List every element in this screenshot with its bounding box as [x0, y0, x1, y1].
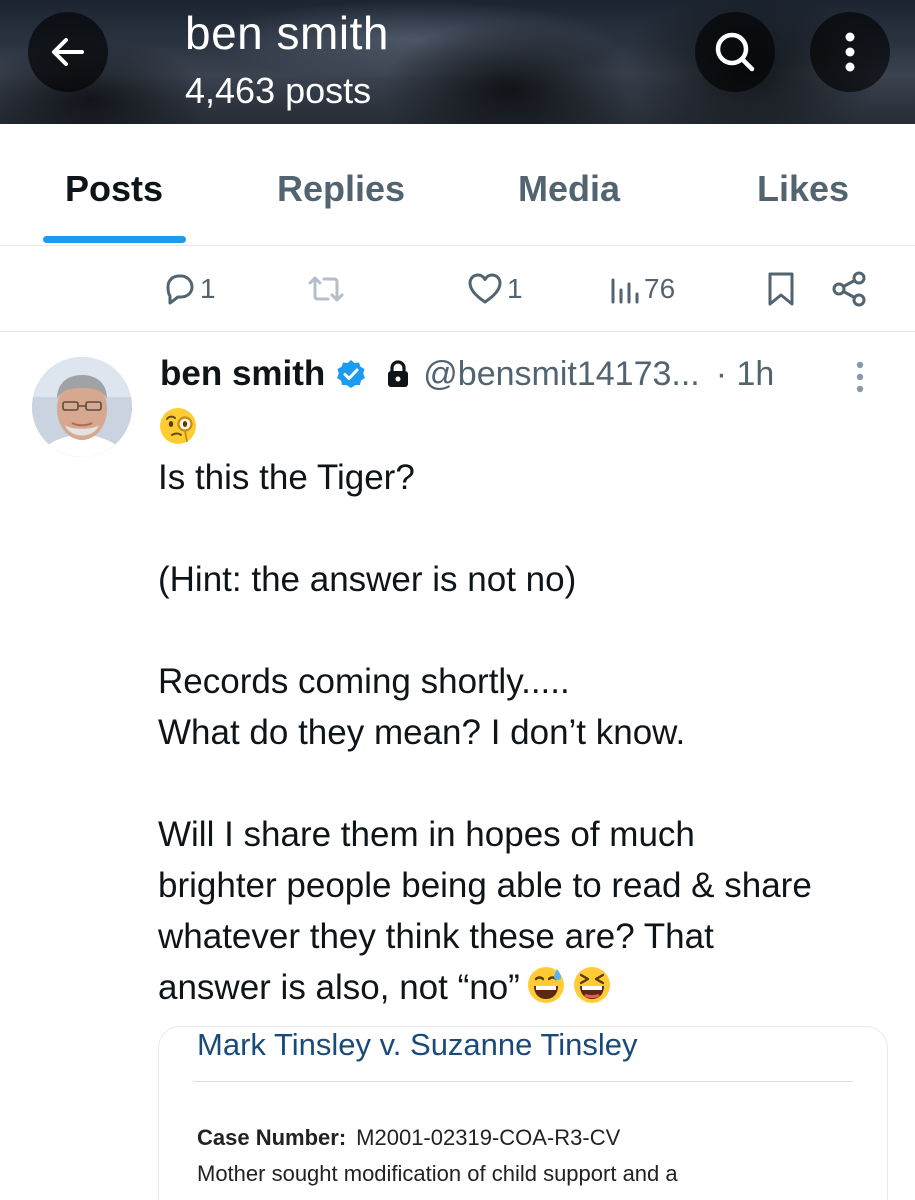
- post-text: Is this the Tiger? (Hint: the answer is …: [158, 452, 898, 1013]
- author-avatar[interactable]: [32, 357, 132, 457]
- like-count: 1: [507, 273, 523, 304]
- post-last-line: answer is also, not “no”: [158, 962, 898, 1013]
- card-divider: [193, 1081, 853, 1082]
- bookmark-icon: [768, 272, 794, 306]
- reply-icon: [166, 274, 194, 305]
- case-number-label: Case Number:: [197, 1125, 347, 1150]
- post-line: [158, 758, 898, 809]
- case-number-value: M2001-02319-COA-R3-CV: [356, 1125, 621, 1150]
- lock-icon: [385, 359, 411, 389]
- post-line: Records coming shortly.....: [158, 662, 570, 701]
- tab-posts[interactable]: Posts: [65, 168, 163, 210]
- tab-replies[interactable]: Replies: [277, 168, 405, 210]
- tab-media[interactable]: Media: [518, 168, 620, 210]
- arrow-left-icon: [52, 38, 84, 66]
- heart-icon: [468, 273, 502, 304]
- face-with-monocle-emoji: [158, 406, 198, 451]
- views-icon: [611, 278, 639, 304]
- profile-tabs: Posts Replies Media Likes: [0, 124, 915, 246]
- search-icon: [715, 32, 755, 72]
- views-count: 76: [644, 273, 676, 304]
- post-more-button[interactable]: [852, 358, 868, 403]
- card-title: Mark Tinsley v. Suzanne Tinsley: [197, 1027, 638, 1062]
- avatar-photo: [32, 357, 132, 457]
- post-line: Will I share them in hopes of much: [158, 815, 695, 854]
- verified-badge-icon: [335, 358, 367, 390]
- post-line: (Hint: the answer is not no): [158, 560, 577, 599]
- author-handle[interactable]: @bensmit14173...: [423, 355, 699, 394]
- post-header: ben smith @bensmit14173... · 1h: [160, 352, 774, 396]
- post-line: whatever they think these are? That: [158, 917, 714, 956]
- grinning-squinting-face-emoji: [573, 967, 610, 1003]
- post-line: [158, 503, 898, 554]
- more-vertical-icon: [845, 32, 855, 72]
- repost-button[interactable]: [306, 270, 348, 308]
- profile-name: ben smith: [185, 7, 389, 59]
- attached-document-card[interactable]: Mark Tinsley v. Suzanne Tinsley Case Num…: [158, 1026, 888, 1200]
- more-vertical-icon: [856, 361, 864, 393]
- tab-likes[interactable]: Likes: [757, 168, 849, 210]
- post-timestamp[interactable]: · 1h: [716, 355, 775, 394]
- share-icon: [832, 271, 866, 307]
- post-count: 4,463 posts: [185, 70, 372, 111]
- reply-count: 1: [200, 273, 216, 304]
- more-options-button[interactable]: [810, 12, 890, 92]
- post-line: Is this the Tiger?: [158, 458, 415, 497]
- case-number-row: Case Number: M2001-02319-COA-R3-CV: [197, 1125, 620, 1151]
- post-line: What do they mean? I don’t know.: [158, 713, 686, 752]
- post-line: answer is also, not “no”: [158, 968, 520, 1007]
- reply-button[interactable]: 1: [160, 270, 216, 308]
- views-button[interactable]: 76: [608, 270, 675, 308]
- grinning-face-with-sweat-emoji: [527, 967, 564, 1003]
- bookmark-button[interactable]: [764, 270, 798, 308]
- post-line: [158, 605, 898, 656]
- post-line: brighter people being able to read & sha…: [158, 866, 812, 905]
- post-action-bar: 1 1 76: [0, 246, 915, 332]
- search-button[interactable]: [695, 12, 775, 92]
- back-button[interactable]: [28, 12, 108, 92]
- like-button[interactable]: 1: [465, 270, 523, 308]
- repost-icon: [308, 276, 344, 302]
- profile-header: ben smith 4,463 posts: [0, 0, 915, 124]
- active-tab-indicator: [43, 236, 186, 243]
- author-name[interactable]: ben smith: [160, 354, 325, 394]
- card-summary-text: Mother sought modification of child supp…: [197, 1161, 678, 1186]
- share-button[interactable]: [830, 270, 870, 308]
- header-background-tree: [380, 20, 640, 124]
